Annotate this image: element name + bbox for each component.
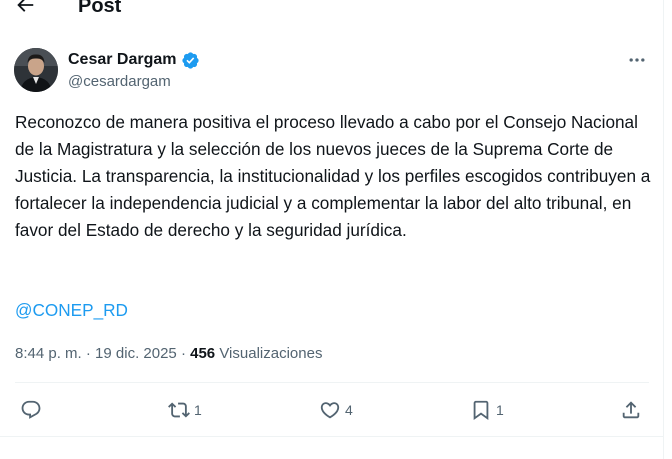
views-count: 456 xyxy=(190,345,216,362)
author-name[interactable]: Cesar Dargam xyxy=(68,50,177,70)
tweet-text: Reconozco de manera positiva el proceso … xyxy=(15,112,651,240)
tweet-meta: 8:44 p. m. · 19 dic. 2025 · 456 Visualiz… xyxy=(15,344,322,364)
like-count: 4 xyxy=(345,402,353,418)
tweet-date[interactable]: 19 dic. 2025 xyxy=(95,345,177,362)
verified-badge-icon xyxy=(181,51,199,69)
tweet-time[interactable]: 8:44 p. m. xyxy=(15,345,82,362)
share-button[interactable] xyxy=(620,394,642,426)
more-options-button[interactable] xyxy=(624,49,650,71)
back-button[interactable] xyxy=(12,0,38,16)
action-bar: 1 4 1 xyxy=(0,394,664,426)
post-view: Post Cesar Dargam @cesardargam Reconozco… xyxy=(0,0,664,459)
bookmark-button[interactable]: 1 xyxy=(470,394,504,426)
top-bar: Post xyxy=(0,0,664,22)
author-handle[interactable]: @cesardargam xyxy=(68,72,171,92)
like-button[interactable]: 4 xyxy=(319,394,353,426)
divider xyxy=(0,436,664,437)
reply-button[interactable] xyxy=(20,394,46,426)
share-icon xyxy=(622,401,640,419)
avatar-image xyxy=(14,48,58,92)
page-title: Post xyxy=(78,0,122,17)
more-icon xyxy=(629,58,645,62)
views-label: Visualizaciones xyxy=(219,345,323,362)
reply-icon xyxy=(21,400,41,419)
retweet-count: 1 xyxy=(194,402,202,418)
divider xyxy=(15,382,649,383)
avatar[interactable] xyxy=(14,48,58,92)
like-icon xyxy=(320,402,340,419)
back-arrow-icon xyxy=(17,0,34,12)
bookmark-icon xyxy=(473,400,489,421)
author-name-row: Cesar Dargam xyxy=(68,50,200,70)
meta-separator: · xyxy=(180,345,186,362)
meta-separator: · xyxy=(85,345,91,362)
bookmark-count: 1 xyxy=(496,402,504,418)
retweet-button[interactable]: 1 xyxy=(168,394,202,426)
mention-link[interactable]: @CONEP_RD xyxy=(15,298,128,322)
retweet-icon xyxy=(168,402,190,418)
